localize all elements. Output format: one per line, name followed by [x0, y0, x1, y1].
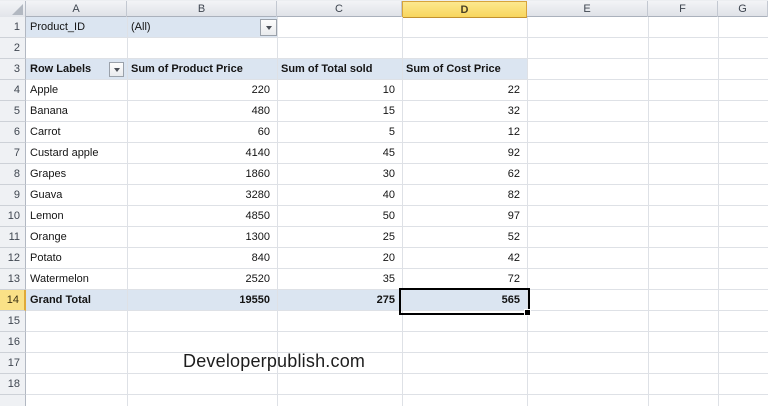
cell-A8[interactable]: Grapes — [30, 164, 125, 185]
cell-A9[interactable]: Guava — [30, 185, 125, 206]
cell-D12[interactable]: 42 — [402, 248, 520, 269]
cell-D4[interactable]: 22 — [402, 80, 520, 101]
cell-C11[interactable]: 25 — [277, 227, 395, 248]
cell-D7[interactable]: 92 — [402, 143, 520, 164]
row-header-19-partial[interactable] — [0, 395, 26, 406]
excel-worksheet: A B C D E F G 1 2 3 4 5 6 7 8 9 10 11 12… — [0, 0, 768, 406]
row-header-13[interactable]: 13 — [0, 269, 26, 290]
row-header-1[interactable]: 1 — [0, 17, 26, 38]
gridline-EF — [648, 17, 649, 406]
cell-C14-grand-total[interactable]: 275 — [277, 290, 395, 311]
cell-B14-grand-total[interactable]: 19550 — [127, 290, 270, 311]
cell-D8[interactable]: 62 — [402, 164, 520, 185]
cell-A4[interactable]: Apple — [30, 80, 125, 101]
cell-D9[interactable]: 82 — [402, 185, 520, 206]
row-header-10[interactable]: 10 — [0, 206, 26, 227]
cell-C6[interactable]: 5 — [277, 122, 395, 143]
cell-A5[interactable]: Banana — [30, 101, 125, 122]
row-header-9[interactable]: 9 — [0, 185, 26, 206]
cell-C8[interactable]: 30 — [277, 164, 395, 185]
cell-A10[interactable]: Lemon — [30, 206, 125, 227]
gridline-FG — [718, 17, 719, 406]
column-header-A[interactable]: A — [26, 1, 127, 17]
row-labels-filter-button[interactable] — [109, 62, 124, 77]
cell-A6[interactable]: Carrot — [30, 122, 125, 143]
cell-D11[interactable]: 52 — [402, 227, 520, 248]
column-header-E[interactable]: E — [527, 1, 648, 17]
select-all-corner[interactable] — [0, 1, 26, 17]
cell-D14-grand-total-selected[interactable]: 565 — [402, 290, 520, 311]
cell-B5[interactable]: 480 — [127, 101, 270, 122]
cell-B8[interactable]: 1860 — [127, 164, 270, 185]
select-all-triangle-icon — [12, 4, 23, 15]
cell-C12[interactable]: 20 — [277, 248, 395, 269]
cell-B6[interactable]: 60 — [127, 122, 270, 143]
row-header-5[interactable]: 5 — [0, 101, 26, 122]
cell-C10[interactable]: 50 — [277, 206, 395, 227]
cell-B10[interactable]: 4850 — [127, 206, 270, 227]
cell-A11[interactable]: Orange — [30, 227, 125, 248]
row-header-8[interactable]: 8 — [0, 164, 26, 185]
cell-B11[interactable]: 1300 — [127, 227, 270, 248]
column-header-G[interactable]: G — [718, 1, 768, 17]
cell-B13[interactable]: 2520 — [127, 269, 270, 290]
row-header-11[interactable]: 11 — [0, 227, 26, 248]
cell-A12[interactable]: Potato — [30, 248, 125, 269]
pivot-header-cost-price[interactable]: Sum of Cost Price — [406, 59, 501, 80]
row-header-18[interactable]: 18 — [0, 374, 26, 395]
row-header-6[interactable]: 6 — [0, 122, 26, 143]
cell-C13[interactable]: 35 — [277, 269, 395, 290]
cell-A7[interactable]: Custard apple — [30, 143, 125, 164]
row-header-15[interactable]: 15 — [0, 311, 26, 332]
cell-A1-filter-label[interactable]: Product_ID — [30, 17, 125, 38]
pivot-header-total-sold[interactable]: Sum of Total sold — [281, 59, 372, 80]
cell-A13[interactable]: Watermelon — [30, 269, 125, 290]
filter-arrow-icon — [113, 67, 120, 72]
cell-D6[interactable]: 12 — [402, 122, 520, 143]
column-header-B[interactable]: B — [127, 1, 277, 17]
row-header-7[interactable]: 7 — [0, 143, 26, 164]
page-filter-dropdown-button[interactable] — [260, 19, 277, 36]
pivot-header-product-price[interactable]: Sum of Product Price — [131, 59, 243, 80]
cell-C7[interactable]: 45 — [277, 143, 395, 164]
gridline-DE — [527, 17, 528, 406]
column-header-strip: A B C D E F G — [0, 0, 768, 18]
row-header-2[interactable]: 2 — [0, 38, 26, 59]
row-header-12[interactable]: 12 — [0, 248, 26, 269]
watermark-text: Developerpublish.com — [183, 351, 366, 371]
row-header-17[interactable]: 17 — [0, 353, 26, 374]
pivot-header-row-labels[interactable]: Row Labels — [30, 59, 91, 80]
dropdown-arrow-icon — [265, 25, 272, 30]
cell-D10[interactable]: 97 — [402, 206, 520, 227]
row-header-4[interactable]: 4 — [0, 80, 26, 101]
row-header-14-selected[interactable]: 14 — [0, 290, 26, 311]
cell-B4[interactable]: 220 — [127, 80, 270, 101]
column-header-F[interactable]: F — [648, 1, 718, 17]
cell-B7[interactable]: 4140 — [127, 143, 270, 164]
cell-D13[interactable]: 72 — [402, 269, 520, 290]
cell-B1-filter-value[interactable]: (All) — [131, 17, 251, 38]
cell-C5[interactable]: 15 — [277, 101, 395, 122]
row-header-3[interactable]: 3 — [0, 59, 26, 80]
row-header-16[interactable]: 16 — [0, 332, 26, 353]
cell-B9[interactable]: 3280 — [127, 185, 270, 206]
cell-D5[interactable]: 32 — [402, 101, 520, 122]
cell-C9[interactable]: 40 — [277, 185, 395, 206]
cell-B12[interactable]: 840 — [127, 248, 270, 269]
column-header-D-selected[interactable]: D — [402, 1, 527, 18]
cell-C4[interactable]: 10 — [277, 80, 395, 101]
column-header-C[interactable]: C — [277, 1, 402, 17]
cell-A14-grand-total-label[interactable]: Grand Total — [30, 290, 125, 311]
